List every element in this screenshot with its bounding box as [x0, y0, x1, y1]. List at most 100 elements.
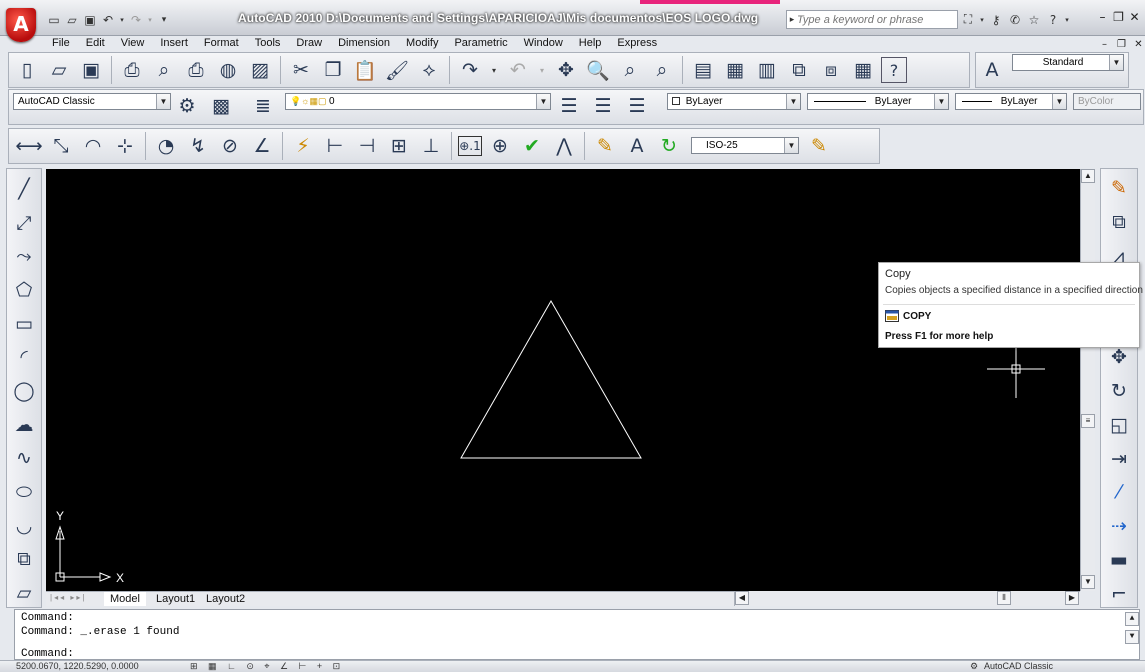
line-icon[interactable]: ╱ — [10, 175, 38, 203]
plot-icon[interactable]: ⎙ — [118, 56, 146, 84]
scroll-thumb[interactable]: ≡ — [1081, 414, 1095, 428]
menu-format[interactable]: Format — [196, 37, 247, 49]
jogged-linear-icon[interactable]: ⋀ — [550, 132, 578, 160]
quickcalc-icon[interactable]: ▦ — [849, 56, 877, 84]
tolerance-icon[interactable]: ⊕.1 — [458, 136, 482, 156]
radius-dimension-icon[interactable]: ◔ — [152, 132, 180, 160]
autocad-logo-icon[interactable]: A — [6, 8, 36, 42]
scroll-right-icon[interactable]: ▶ — [1065, 591, 1079, 605]
arc-length-icon[interactable]: ◠ — [79, 132, 107, 160]
save-icon[interactable]: ▣ — [77, 56, 105, 84]
menu-window[interactable]: Window — [516, 37, 571, 49]
scroll-up-icon[interactable]: ▲ — [1125, 612, 1139, 626]
binoculars-icon[interactable]: ⛶ — [960, 12, 976, 28]
dimension-break-icon[interactable]: ⊥ — [417, 132, 445, 160]
match-properties-icon[interactable]: 🖌 — [383, 56, 411, 84]
fillet-icon[interactable]: ⌐ — [1105, 580, 1133, 607]
3d-dwf-icon[interactable]: ◍ — [214, 56, 242, 84]
workspace-settings-icon[interactable]: ⚙ — [173, 92, 201, 120]
color-select[interactable]: ByLayer ▼ — [667, 93, 801, 110]
chevron-down-icon[interactable]: ▾ — [118, 12, 126, 28]
quick-dimension-icon[interactable]: ⚡ — [289, 132, 317, 160]
scroll-down-icon[interactable]: ▼ — [1081, 575, 1095, 589]
open-icon[interactable]: ▱ — [64, 12, 80, 28]
menu-view[interactable]: View — [113, 37, 153, 49]
chevron-down-icon[interactable]: ▼ — [536, 94, 550, 109]
dimension-style-icon[interactable]: ✎ — [805, 132, 833, 160]
paste-icon[interactable]: 📋 — [351, 56, 379, 84]
trim-icon[interactable]: ⁄ — [1105, 479, 1133, 506]
revision-cloud-icon[interactable]: ☁ — [10, 411, 38, 439]
tab-model[interactable]: Model — [104, 592, 146, 606]
chevron-down-icon[interactable]: ▼ — [784, 138, 798, 153]
undo-icon[interactable]: ↶ — [100, 12, 116, 28]
application-menu-button[interactable]: A — [4, 8, 38, 48]
layer-states-icon[interactable]: ☰ — [623, 92, 651, 120]
drafting-toggles[interactable]: ⊞ ▦ ∟ ⊙ ⌖ ∠ ⊢ + ⊡ — [190, 661, 344, 672]
tool-palettes-icon[interactable]: ▥ — [753, 56, 781, 84]
menu-express[interactable]: Express — [609, 37, 665, 49]
dimension-text-edit-icon[interactable]: A — [623, 132, 651, 160]
rotate-icon[interactable]: ↻ — [1105, 378, 1133, 405]
jogged-dimension-icon[interactable]: ↯ — [184, 132, 212, 160]
linetype-select[interactable]: ByLayer ▼ — [807, 93, 949, 110]
open-icon[interactable]: ▱ — [45, 56, 73, 84]
workspace-select[interactable]: AutoCAD Classic ▼ — [13, 93, 171, 110]
text-style-select[interactable]: Standard ▼ — [1012, 54, 1124, 71]
sheet-set-manager-icon[interactable]: ⧉ — [785, 56, 813, 84]
chevron-down-icon[interactable]: ▼ — [1109, 55, 1123, 70]
status-workspace[interactable]: AutoCAD Classic — [984, 661, 1053, 671]
spline-icon[interactable]: ∿ — [10, 445, 38, 473]
layer-select[interactable]: 💡☼▦▢ 0 ▼ — [285, 93, 551, 110]
chevron-down-icon[interactable]: ▾ — [1064, 12, 1070, 28]
redo-icon[interactable]: ↷ — [456, 56, 484, 84]
pan-icon[interactable]: ✥ — [552, 56, 580, 84]
menu-parametric[interactable]: Parametric — [446, 37, 515, 49]
ellipse-arc-icon[interactable]: ◡ — [10, 512, 38, 540]
arc-icon[interactable]: ◜ — [10, 343, 38, 371]
rectangle-icon[interactable]: ▭ — [10, 310, 38, 338]
menu-help[interactable]: Help — [571, 37, 610, 49]
circle-icon[interactable]: ◯ — [10, 377, 38, 405]
baseline-dimension-icon[interactable]: ⊢ — [321, 132, 349, 160]
zoom-window-icon[interactable]: ⌕ — [616, 56, 644, 84]
chevron-down-icon[interactable]: ▾ — [488, 56, 500, 84]
chevron-down-icon[interactable]: ▼ — [156, 94, 170, 109]
inspection-icon[interactable]: ✔ — [518, 132, 546, 160]
plot-preview-icon[interactable]: ⌕ — [150, 56, 178, 84]
break-icon[interactable]: ▬ — [1105, 546, 1133, 573]
design-center-icon[interactable]: ▦ — [721, 56, 749, 84]
doc-minimize-icon[interactable]: – — [1097, 37, 1112, 52]
layer-properties-icon[interactable]: ≣ — [249, 92, 277, 120]
my-workspace-icon[interactable]: ▩ — [207, 92, 235, 120]
tab-navigation-icons[interactable]: |◂◂ ▸▸| — [50, 593, 86, 602]
construction-line-icon[interactable]: ⤢ — [10, 209, 38, 237]
drawing-area[interactable]: X Y — [46, 169, 1080, 591]
menu-insert[interactable]: Insert — [152, 37, 196, 49]
redo-icon[interactable]: ↷ — [128, 12, 144, 28]
polyline-icon[interactable]: ⤳ — [10, 242, 38, 270]
publish-icon[interactable]: ⎙ — [182, 56, 210, 84]
text-style-icon[interactable]: A — [978, 56, 1006, 84]
chevron-down-icon[interactable]: ▼ — [1052, 94, 1066, 109]
erase-icon[interactable]: ✎ — [1105, 175, 1133, 202]
zoom-previous-icon[interactable]: ⌕ — [648, 56, 676, 84]
close-icon[interactable]: ✕ — [1127, 10, 1142, 25]
save-icon[interactable]: ▣ — [82, 12, 98, 28]
make-block-icon[interactable]: ▱ — [10, 579, 38, 607]
menu-file[interactable]: File — [44, 37, 78, 49]
lineweight-select[interactable]: ByLayer ▼ — [955, 93, 1067, 110]
scroll-thumb[interactable]: ⦀ — [997, 591, 1011, 605]
chevron-down-icon[interactable]: ▾ — [146, 12, 154, 28]
layer-previous-icon[interactable]: ☰ — [589, 92, 617, 120]
copy-clip-icon[interactable]: ❐ — [319, 56, 347, 84]
search-input[interactable] — [797, 13, 953, 26]
aligned-dimension-icon[interactable]: ⤡ — [47, 132, 75, 160]
qnew-icon[interactable]: ▯ — [13, 56, 41, 84]
zoom-realtime-icon[interactable]: 🔍 — [584, 56, 612, 84]
subscription-center-icon[interactable]: ⚷ — [988, 12, 1004, 28]
angular-dimension-icon[interactable]: ∠ — [248, 132, 276, 160]
vertical-scrollbar[interactable]: ▲ ≡ ▼ — [1080, 169, 1095, 591]
favorites-icon[interactable]: ☆ — [1026, 12, 1042, 28]
center-mark-icon[interactable]: ⊕ — [486, 132, 514, 160]
